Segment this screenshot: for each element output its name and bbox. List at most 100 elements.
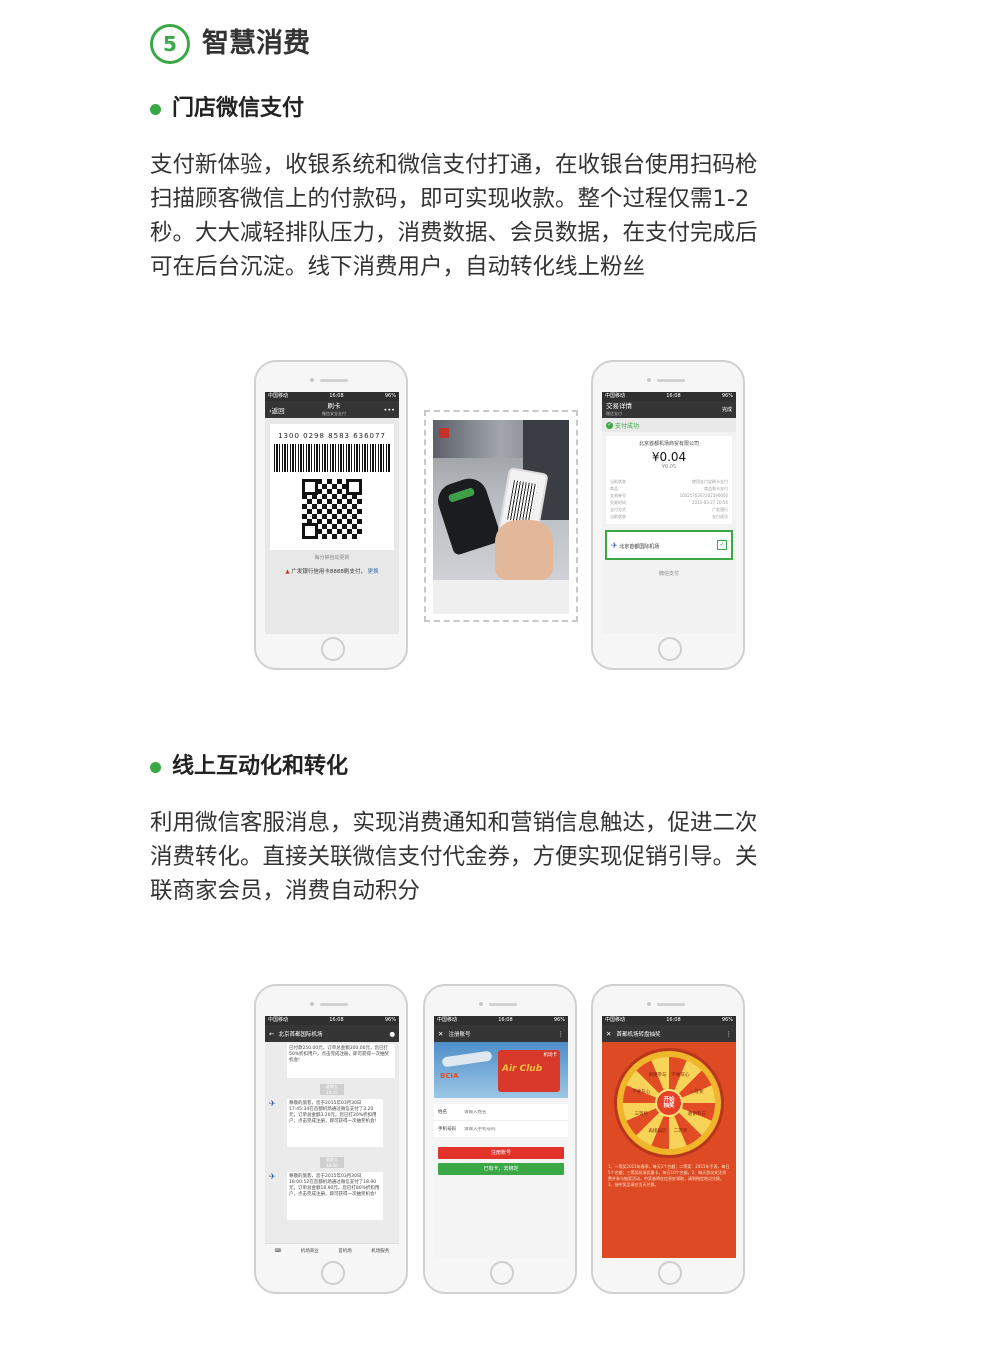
receipt-row: 商品 商品和卡支付 (610, 485, 728, 492)
phone-service-messages: 中国移动 16:08 96% ← 北京首都国际机场 ● 已付款250.00元，订… (254, 984, 408, 1294)
receipt-row-value: 1002570267202590000 (679, 493, 728, 498)
bank-text: 广发银行信用卡8888刷支付 (291, 569, 361, 575)
airport-avatar-icon: ✈ (269, 1172, 276, 1181)
nav-bar: 交易详情 微信支付 完成 (602, 401, 736, 418)
menu-item[interactable]: 首机场 (338, 1248, 352, 1254)
receipt-row: 当前状态 支付成功 (610, 513, 728, 520)
receipt-rows: 当前状态 使用支付宝刷卡支付 商品 商品和卡支付 交易单号 100257026720259… (610, 478, 728, 520)
follow-account-row[interactable]: ✈ 北京首都国际机场 ✓ (605, 530, 733, 560)
more-icon[interactable]: ⋮ (726, 1030, 733, 1038)
chat-message: ✈ 尊敬的旅客，您于2015年03月30日 18:00:52在首都机场通过微信支… (269, 1172, 395, 1220)
change-card-link[interactable]: 更换 (368, 569, 379, 575)
more-icon[interactable]: ⋮ (558, 1030, 565, 1038)
status-battery: 96% (721, 1017, 733, 1023)
qr-code (302, 479, 362, 539)
status-bar: 中国移动 16:08 96% (434, 1016, 568, 1025)
photo-hand (495, 520, 553, 580)
store-pay-paragraph: 支付新体验，收银系统和微信支付打通，在收银台使用扫码枪 扫描顾客微信上的付款码，… (150, 148, 840, 284)
phone-camera (310, 1002, 314, 1006)
status-carrier: 中国移动 (605, 1017, 626, 1023)
user-icon[interactable]: ● (389, 1030, 395, 1038)
airport-logo-icon: ✈ (611, 540, 618, 550)
lottery-rules: 1、一等奖2015年春季，每天1个名额；二等奖：2015年手表，每日5个名额；三… (608, 1164, 730, 1187)
phone-transaction-detail: 中国移动 16:08 96% 交易详情 微信支付 完成 ✓ 支付成功 北京首都机… (591, 360, 745, 670)
lottery-wheel[interactable]: 不要灰心 一等奖 谢谢参与 二等奖 再接再厉 三等奖 不要灰心 谢谢参与 开始抽奖 (617, 1051, 721, 1155)
status-carrier: 中国移动 (268, 1017, 289, 1023)
nav-bar: ← 北京首都国际机场 ● (265, 1025, 399, 1042)
photo-scanner-gun (433, 473, 503, 557)
club-card-logo: Air Club (502, 1064, 543, 1074)
payment-card: 1300 0298 8583 636077 (270, 424, 394, 550)
receipt-row: 交易单号 1002570267202590000 (610, 492, 728, 499)
phone-speaker (320, 379, 348, 382)
back-button[interactable]: ‹返回 (269, 405, 285, 415)
nav-bar: ✕ 首都机场转盘抽奖 ⋮ (602, 1025, 736, 1042)
follow-account-group: ✈ 北京首都国际机场 (611, 541, 659, 550)
banner-brand: BCIA (440, 1072, 459, 1080)
subsection-title-online: 线上互动化和转化 (172, 754, 349, 779)
phone-screen: 中国移动 16:08 96% ✕ 首都机场转盘抽奖 ⋮ 不要灰心一等奖 谢谢参与二… (602, 1016, 736, 1258)
nav-bar: ‹返回 刷卡 微信安全支付 ••• (265, 401, 399, 418)
bind-card-button[interactable]: 已有卡，去绑定 (438, 1163, 564, 1175)
done-button[interactable]: 完成 (722, 406, 732, 413)
bullet-dot (150, 104, 161, 115)
subsection-title-store-pay: 门店微信支付 (172, 96, 305, 121)
airport-avatar-icon: ✈ (269, 1099, 276, 1108)
success-row: ✓ 支付成功 (602, 418, 736, 432)
menu-item[interactable]: 机场商业 (301, 1248, 319, 1254)
receipt-row-label: 支付方式 (610, 507, 626, 512)
status-bar: 中国移动 16:08 96% (602, 392, 736, 401)
phone-lottery: 中国移动 16:08 96% ✕ 首都机场转盘抽奖 ⋮ 不要灰心一等奖 谢谢参与二… (591, 984, 745, 1294)
start-lottery-button[interactable]: 开始抽奖 (655, 1089, 683, 1117)
phone-screen: 中国移动 16:08 96% ‹返回 刷卡 微信安全支付 ••• 1300 02… (265, 392, 399, 634)
phone-speaker (657, 379, 685, 382)
wheel-prize-label: 不要灰心 (671, 1073, 690, 1079)
phone-speaker (489, 1003, 517, 1006)
register-button[interactable]: 注册账号 (438, 1147, 564, 1159)
phone-row: 手机号码 (434, 1121, 568, 1137)
wheel-prize-label: 二等奖 (673, 1128, 688, 1134)
back-label: 返回 (271, 406, 285, 415)
paragraph-line: 消费转化。直接关联微信支付代金券，方便实现促销引导。关 (150, 844, 758, 870)
paragraph-line: 扫描顾客微信上的付款码，即可实现收款。整个过程仅需1-2 (150, 186, 750, 212)
status-time: 16:08 (329, 393, 344, 399)
phone-speaker (320, 1003, 348, 1006)
chat-timestamp: 星期五 18:45 (320, 1084, 344, 1095)
bank-row: ▲ 广发银行信用卡8888刷支付， 更换 (285, 569, 379, 575)
section-number-badge: 5 (150, 24, 190, 64)
receipt-row: 支付方式 广发银行 (610, 506, 728, 513)
receipt-row-value: 使用支付宝刷卡支付 (692, 479, 728, 484)
receipt-card: 北京首都机场商贸有限公司 ¥0.04 ¥0.05 当前状态 使用支付宝刷卡支付 商品… (606, 436, 732, 524)
paragraph-line: 可在后台沉淀。线下消费用户，自动转化线上粉丝 (150, 254, 646, 280)
status-time: 16:08 (666, 1017, 681, 1023)
nav-title-group: 交易详情 微信支付 (606, 402, 632, 417)
receipt-row-label: 商品 (610, 486, 618, 491)
phone-input[interactable] (464, 1126, 554, 1132)
more-icon[interactable]: ••• (383, 406, 395, 414)
bullet-dot (150, 762, 161, 773)
nav-subtitle: 微信支付 (606, 410, 622, 416)
menu-item[interactable]: 机场服务 (371, 1248, 389, 1254)
chat-bubble: 尊敬的旅客，您于2015年03月30日 17:45:34在首都机场通过微信支付了… (287, 1099, 383, 1147)
chat-bubble: 尊敬的旅客，您于2015年03月30日 18:00:52在首都机场通过微信支付了… (287, 1172, 383, 1220)
phone-label: 手机号码 (438, 1127, 456, 1132)
name-input[interactable] (464, 1109, 554, 1115)
wheel-prize-label: 谢谢参与 (648, 1073, 667, 1079)
receipt-row-label: 当前状态 (610, 479, 626, 484)
footer-label: 微信支付 (658, 571, 679, 577)
receipt-row-value: 支付成功 (712, 514, 728, 519)
scanner-photo-frame (424, 410, 578, 622)
status-bar: 中国移动 16:08 96% (265, 392, 399, 401)
phone-home-button (658, 1261, 682, 1285)
success-label: 支付成功 (615, 422, 640, 430)
receipt-row-value: 广发银行 (712, 507, 728, 512)
keyboard-icon[interactable]: ⌨ (275, 1249, 282, 1254)
airplane-shape (441, 1050, 493, 1068)
chat-message: ✈ 尊敬的旅客，您于2015年03月30日 17:45:34在首都机场通过微信支… (269, 1099, 395, 1147)
checkbox-icon[interactable]: ✓ (717, 540, 727, 550)
wheel-prize-label: 一等奖 (689, 1089, 704, 1095)
receipt-row-value: 2015-03-27 20:56 (691, 500, 728, 505)
nav-title: 注册账号 (448, 1031, 471, 1038)
status-battery: 96% (384, 393, 396, 399)
bank-icon: ▲ (285, 569, 290, 575)
